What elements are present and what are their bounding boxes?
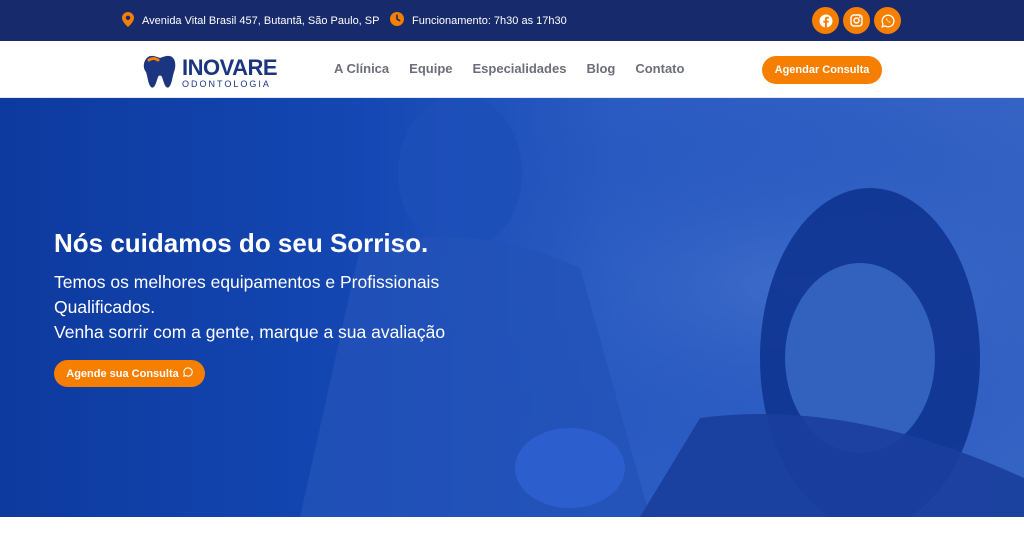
clock-icon [390, 12, 404, 29]
hero-banner: Nós cuidamos do seu Sorriso. Temos os me… [0, 98, 1024, 517]
location-pin-icon [122, 12, 134, 30]
address-text: Avenida Vital Brasil 457, Butantã, São P… [142, 15, 380, 27]
facebook-icon[interactable] [812, 7, 839, 34]
tooth-logo-icon [140, 50, 180, 95]
logo[interactable]: INOVARE ODONTOLOGIA [140, 50, 278, 95]
hero-cta-label: Agende sua Consulta [66, 367, 179, 380]
nav-especialidades[interactable]: Especialidades [473, 61, 567, 76]
site-header: INOVARE ODONTOLOGIA A Clínica Equipe Esp… [0, 41, 1024, 98]
top-info-bar: Avenida Vital Brasil 457, Butantã, São P… [0, 0, 1024, 41]
hero-title: Nós cuidamos do seu Sorriso. [54, 228, 429, 258]
hero-line-3: Venha sorrir com a gente, marque a sua a… [54, 322, 446, 342]
social-links [812, 7, 901, 34]
hero-line-2: Qualificados. [54, 297, 156, 317]
hours-info: Funcionamento: 7h30 as 17h30 [390, 12, 567, 29]
whatsapp-icon[interactable] [874, 7, 901, 34]
whatsapp-icon [182, 367, 193, 380]
instagram-icon[interactable] [843, 7, 870, 34]
logo-subtitle: ODONTOLOGIA [182, 78, 271, 89]
address-info: Avenida Vital Brasil 457, Butantã, São P… [122, 12, 379, 30]
schedule-appointment-button[interactable]: Agendar Consulta [762, 56, 882, 84]
nav-contato[interactable]: Contato [635, 61, 684, 76]
main-nav: A Clínica Equipe Especialidades Blog Con… [334, 61, 684, 76]
logo-name: INOVARE [182, 54, 278, 80]
hero-line-1: Temos os melhores equipamentos e Profiss… [54, 272, 440, 292]
hero-description: Temos os melhores equipamentos e Profiss… [54, 270, 524, 345]
hours-text: Funcionamento: 7h30 as 17h30 [412, 14, 567, 27]
nav-blog[interactable]: Blog [586, 61, 615, 76]
hero-schedule-button[interactable]: Agende sua Consulta [54, 360, 205, 387]
nav-a-clinica[interactable]: A Clínica [334, 61, 389, 76]
page-content-start [0, 517, 1024, 559]
nav-equipe[interactable]: Equipe [409, 61, 452, 76]
